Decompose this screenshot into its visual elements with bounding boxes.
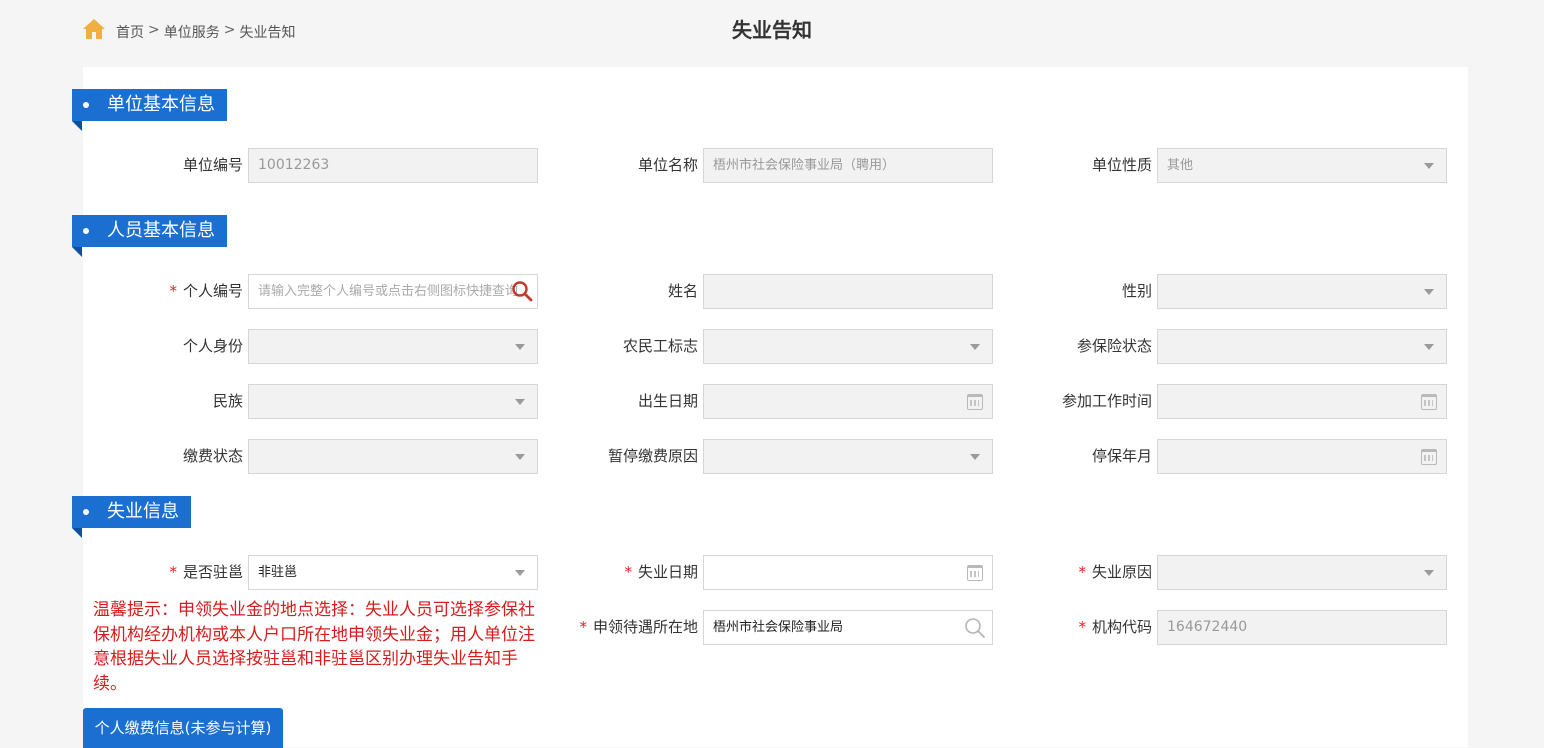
warning-notice: 温馨提示：申领失业金的地点选择：失业人员可选择参保社保机构经办机构或本人户口所在…: [93, 600, 535, 694]
pause-reason-select: [703, 439, 993, 474]
work-start-field: [1157, 384, 1447, 419]
in-gx-label: * 是否驻邕: [169, 563, 243, 581]
section-person-info: 人员基本信息: [72, 215, 227, 257]
org-code-field: 164672440: [1157, 610, 1447, 645]
ethnic-select: [248, 384, 538, 419]
calendar-icon: [967, 394, 983, 410]
birth-date-label: 出生日期: [637, 392, 698, 410]
chevron-down-icon: [970, 344, 980, 350]
pause-reason-label: 暂停缴费原因: [607, 447, 698, 465]
unemployment-reason-label: * 失业原因: [1078, 563, 1152, 581]
gender-select: [1157, 274, 1447, 309]
chevron-down-icon: [1424, 163, 1434, 169]
unit-no-field: 10012263: [248, 148, 538, 183]
migrant-worker-label: 农民工标志: [622, 337, 698, 355]
chevron-down-icon: [1424, 289, 1434, 295]
top-bar: 首页 > 单位服务 > 失业告知 失业告知: [0, 0, 1544, 60]
calendar-icon[interactable]: [967, 565, 983, 581]
migrant-worker-select: [703, 329, 993, 364]
insurance-status-label: 参保险状态: [1076, 337, 1152, 355]
chevron-down-icon: [1424, 344, 1434, 350]
person-no-input[interactable]: 请输入完整个人编号或点击右侧图标快捷查询: [248, 274, 538, 309]
org-code-label: * 机构代码: [1078, 618, 1152, 636]
unemployment-reason-select[interactable]: [1157, 555, 1447, 590]
name-label: 姓名: [667, 282, 698, 300]
insurance-status-select: [1157, 329, 1447, 364]
calendar-icon: [1421, 394, 1437, 410]
in-gx-select[interactable]: 非驻邕: [248, 555, 538, 590]
stop-month-field: [1157, 439, 1447, 474]
chevron-down-icon: [515, 344, 525, 350]
claim-location-label: * 申领待遇所在地: [579, 618, 698, 636]
unit-no-label: 单位编号: [182, 156, 243, 174]
section-unit-info: 单位基本信息: [72, 89, 227, 131]
unemployment-date-label: * 失业日期: [624, 563, 698, 581]
pay-status-label: 缴费状态: [182, 447, 243, 465]
identity-label: 个人身份: [182, 337, 243, 355]
chevron-down-icon: [970, 454, 980, 460]
unit-name-label: 单位名称: [637, 156, 698, 174]
ethnic-label: 民族: [212, 392, 243, 410]
name-field: [703, 274, 993, 309]
chevron-down-icon: [515, 399, 525, 405]
gender-label: 性别: [1121, 282, 1152, 300]
identity-select: [248, 329, 538, 364]
unemployment-date-input[interactable]: [703, 555, 993, 590]
unit-name-field: 梧州市社会保险事业局（聘用）: [703, 148, 993, 183]
calendar-icon: [1421, 449, 1437, 465]
stop-month-label: 停保年月: [1091, 447, 1152, 465]
work-start-label: 参加工作时间: [1061, 392, 1152, 410]
unit-type-select: 其他: [1157, 148, 1447, 183]
chevron-down-icon: [515, 570, 525, 576]
unit-type-label: 单位性质: [1091, 156, 1152, 174]
chevron-down-icon: [515, 454, 525, 460]
person-no-label: * 个人编号: [169, 282, 243, 300]
page-title: 失业告知: [732, 18, 812, 42]
personal-payment-info-button[interactable]: 个人缴费信息(未参与计算): [83, 708, 283, 748]
claim-location-input[interactable]: 梧州市社会保险事业局: [703, 610, 993, 645]
chevron-down-icon: [1424, 570, 1434, 576]
pay-status-select: [248, 439, 538, 474]
birth-date-field: [703, 384, 993, 419]
section-unemployment-info: 失业信息: [72, 496, 191, 538]
